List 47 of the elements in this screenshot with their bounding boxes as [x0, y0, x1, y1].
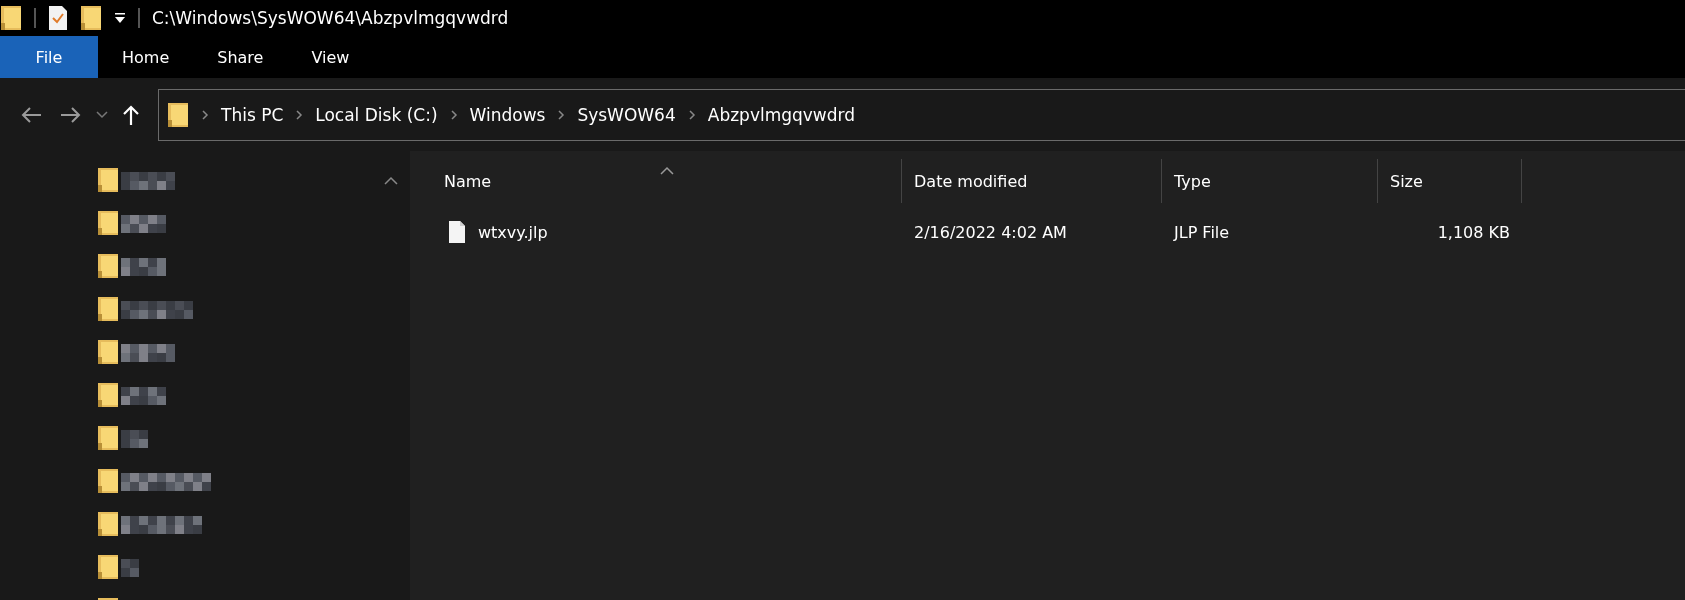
folder-icon[interactable]: [97, 511, 119, 537]
back-icon[interactable]: [20, 105, 42, 124]
folder-icon[interactable]: [97, 339, 119, 365]
ribbon-tab[interactable]: View: [287, 36, 374, 78]
sort-ascending-icon: [660, 166, 674, 175]
forward-icon[interactable]: [60, 105, 82, 124]
chevron-right-icon[interactable]: [449, 108, 458, 121]
chevron-right-icon[interactable]: [557, 108, 566, 121]
chevron-right-icon[interactable]: [687, 108, 696, 121]
chevron-right-icon[interactable]: [295, 108, 304, 121]
breadcrumb[interactable]: SysWOW64: [577, 104, 676, 125]
folder-icon[interactable]: [97, 425, 119, 451]
new-folder-icon[interactable]: [80, 5, 102, 31]
ribbon-tab[interactable]: Share: [193, 36, 288, 78]
breadcrumb[interactable]: This PC: [221, 104, 284, 125]
date-modified: 2/16/2022 4:02 AM: [913, 222, 1068, 242]
column-header[interactable]: Type: [1162, 159, 1378, 203]
file-row[interactable]: wtxvy.jlp 2/16/2022 4:02 AM JLP File 1,108 KB: [410, 215, 1685, 249]
chevron-down-icon[interactable]: [96, 110, 108, 119]
breadcrumb[interactable]: Abzpvlmgqvwdrd: [707, 104, 856, 125]
file-icon: [448, 220, 466, 244]
properties-icon[interactable]: [48, 5, 68, 31]
address-bar[interactable]: This PC Local Disk (C:) Windows SysWOW64 Abzpvlmgqvwdrd: [158, 88, 1685, 141]
file-type: JLP File: [1172, 222, 1231, 242]
chevron-right-icon[interactable]: [201, 108, 209, 121]
folder-icon: [167, 101, 189, 128]
customize-toolbar-icon[interactable]: [114, 12, 126, 24]
breadcrumb[interactable]: Windows: [469, 104, 546, 125]
column-header[interactable]: Name: [410, 159, 902, 203]
folder-icon[interactable]: [97, 167, 119, 193]
breadcrumb[interactable]: Local Disk (C:): [315, 104, 438, 125]
ribbon-tab[interactable]: File: [0, 36, 98, 78]
folder-icon[interactable]: [97, 210, 119, 236]
folder-icon[interactable]: [97, 296, 119, 322]
folder-icon[interactable]: [97, 382, 119, 408]
window-title: C:\Windows\SysWOW64\Abzpvlmgqvwdrd: [152, 8, 509, 28]
ribbon-tab[interactable]: Home: [98, 36, 194, 78]
file-name: wtxvy.jlp: [478, 222, 548, 242]
file-size: 1,108 KB: [1436, 222, 1511, 242]
folder-icon[interactable]: [97, 253, 119, 279]
scroll-up-icon[interactable]: [384, 176, 398, 185]
up-icon[interactable]: [122, 103, 140, 126]
folder-icon[interactable]: [0, 5, 22, 31]
column-header[interactable]: Date modified: [902, 159, 1162, 203]
folder-icon[interactable]: [97, 468, 119, 494]
folder-icon[interactable]: [97, 554, 119, 580]
column-header[interactable]: Size: [1378, 159, 1522, 203]
